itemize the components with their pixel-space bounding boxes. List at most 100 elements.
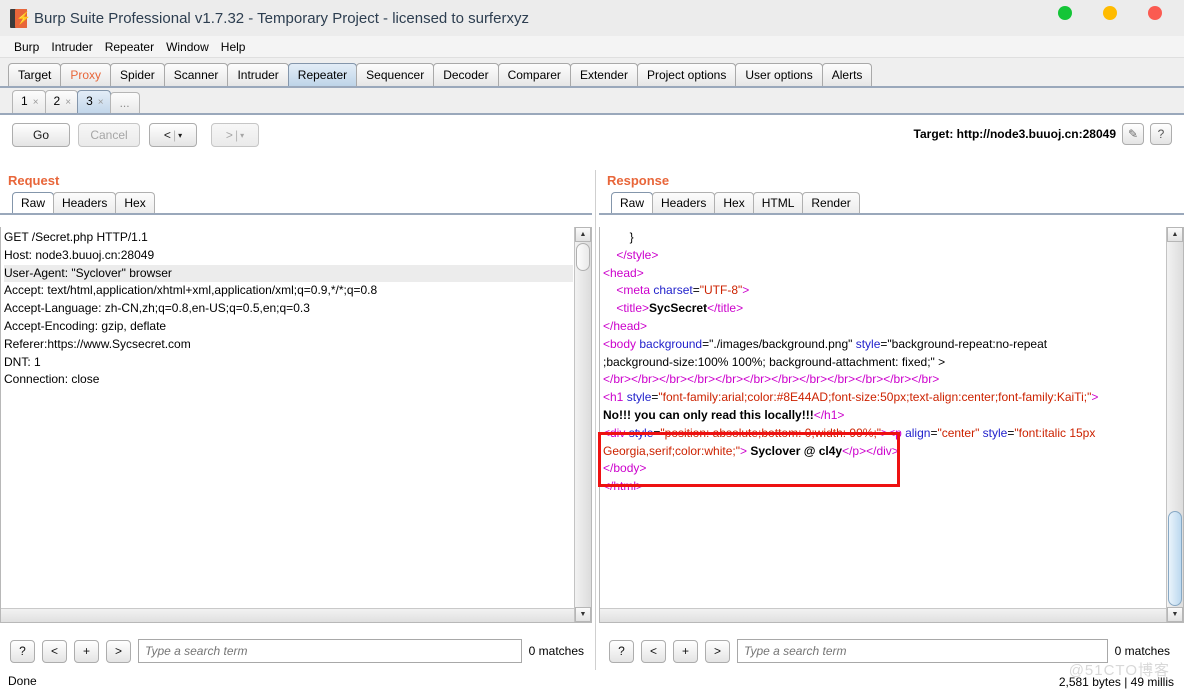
scroll-up-arrow-icon[interactable]: ▲ xyxy=(575,227,591,242)
response-editor[interactable]: } </style> <head> <meta charset="UTF-8"> … xyxy=(599,227,1184,623)
tab-sequencer[interactable]: Sequencer xyxy=(356,63,435,86)
panel-splitter[interactable] xyxy=(592,170,599,670)
response-line-11: </br></br></br></br></br></br></br></br>… xyxy=(603,372,940,387)
response-vertical-scrollbar[interactable]: ▲ ▼ xyxy=(1166,227,1183,622)
request-tab-headers[interactable]: Headers xyxy=(53,192,117,213)
tab-spider[interactable]: Spider xyxy=(110,63,165,86)
window-titlebar: Burp Suite Professional v1.7.32 - Tempor… xyxy=(0,0,1184,36)
repeater-tab-more[interactable]: ... xyxy=(109,92,140,113)
target-help-button[interactable]: ? xyxy=(1150,123,1172,145)
menu-item-help[interactable]: Help xyxy=(215,38,252,56)
next-arrow-icon: > xyxy=(225,128,233,142)
cancel-button[interactable]: Cancel xyxy=(78,123,140,147)
request-match-count: 0 matches xyxy=(528,644,584,658)
response-tab-raw[interactable]: Raw xyxy=(611,192,654,213)
tab-alerts[interactable]: Alerts xyxy=(821,63,873,86)
response-line-12: <h1 style="font-family:arial;color:#8E44… xyxy=(603,390,1099,405)
response-raw-text[interactable]: } </style> <head> <meta charset="UTF-8"> … xyxy=(600,227,1165,608)
pencil-icon: ✎ xyxy=(1127,127,1139,141)
response-search-add-button[interactable]: + xyxy=(673,639,698,663)
request-search-help-button[interactable]: ? xyxy=(10,639,35,663)
tab-project-options[interactable]: Project options xyxy=(636,63,737,86)
response-tab-render[interactable]: Render xyxy=(802,192,860,213)
response-line-8: <body background="./images/background.pn… xyxy=(603,336,1048,351)
request-search-next-button[interactable]: > xyxy=(106,639,131,663)
request-line-0: GET /Secret.php HTTP/1.1 xyxy=(4,230,148,244)
request-search-input[interactable] xyxy=(138,639,522,663)
status-message: Done xyxy=(8,674,37,688)
response-line-13: No!!! you can only read this locally!!!<… xyxy=(603,407,845,422)
request-line-1: Host: node3.buuoj.cn:28049 xyxy=(4,247,155,262)
request-tab-raw[interactable]: Raw xyxy=(12,192,55,213)
response-line-16: </body> xyxy=(603,461,647,476)
request-horizontal-scrollbar[interactable] xyxy=(1,608,574,622)
tab-proxy[interactable]: Proxy xyxy=(60,63,112,86)
response-scroll-thumb[interactable] xyxy=(1168,511,1182,606)
response-line-0: } xyxy=(603,230,634,244)
response-search-next-button[interactable]: > xyxy=(705,639,730,663)
response-line-5: <meta charset="UTF-8"> xyxy=(616,283,750,298)
tab-target[interactable]: Target xyxy=(8,63,62,86)
previous-request-button[interactable]: < | ▾ xyxy=(149,123,197,147)
response-panel: Response Raw Headers Hex HTML Render } <… xyxy=(599,170,1184,670)
response-line-15: Georgia,serif;color:white;"> Syclover @ … xyxy=(603,443,899,458)
tab-comparer[interactable]: Comparer xyxy=(497,63,571,86)
minimize-button[interactable] xyxy=(1058,6,1072,20)
repeater-tab-1-label: 1 xyxy=(21,94,28,108)
repeater-tab-2-close-icon[interactable]: × xyxy=(65,97,71,108)
tab-user-options[interactable]: User options xyxy=(735,63,823,86)
window-controls xyxy=(1058,6,1072,20)
menu-item-repeater[interactable]: Repeater xyxy=(99,38,160,56)
response-tab-hex[interactable]: Hex xyxy=(714,192,754,213)
target-label: Target: http://node3.buuoj.cn:28049 xyxy=(913,127,1116,141)
response-horizontal-scrollbar[interactable] xyxy=(600,608,1166,622)
tab-repeater[interactable]: Repeater xyxy=(287,63,358,86)
response-search-help-button[interactable]: ? xyxy=(609,639,634,663)
response-subtabs: Raw Headers Hex HTML Render xyxy=(599,188,1184,215)
go-button[interactable]: Go xyxy=(12,123,70,147)
request-raw-text[interactable]: GET /Secret.php HTTP/1.1 Host: node3.buuo… xyxy=(1,227,573,608)
response-tab-html[interactable]: HTML xyxy=(752,192,804,213)
question-mark-icon: ? xyxy=(1157,127,1165,141)
tab-scanner[interactable]: Scanner xyxy=(163,63,229,86)
response-match-count: 0 matches xyxy=(1114,644,1170,658)
tab-extender[interactable]: Extender xyxy=(569,63,638,86)
response-scroll-up-arrow-icon[interactable]: ▲ xyxy=(1167,227,1183,242)
request-vertical-scrollbar[interactable]: ▲ ▼ xyxy=(574,227,591,622)
statusbar: Done 2,581 bytes | 49 millis xyxy=(0,670,1184,696)
request-editor[interactable]: GET /Secret.php HTTP/1.1 Host: node3.buuo… xyxy=(0,227,592,623)
edit-target-button[interactable]: ✎ xyxy=(1122,123,1144,145)
response-line-4: <head> xyxy=(603,265,644,280)
menu-item-intruder[interactable]: Intruder xyxy=(45,38,98,56)
response-scroll-down-arrow-icon[interactable]: ▼ xyxy=(1167,607,1183,622)
request-search-prev-button[interactable]: < xyxy=(42,639,67,663)
repeater-tab-2[interactable]: 2 × xyxy=(44,90,79,113)
chevron-down-icon: ▾ xyxy=(178,130,183,140)
menu-item-burp[interactable]: Burp xyxy=(8,38,45,56)
repeater-tab-strip: 1 × 2 × 3 × ... xyxy=(0,88,1184,115)
response-search-input[interactable] xyxy=(737,639,1108,663)
response-metrics: 2,581 bytes | 49 millis xyxy=(1058,675,1174,689)
close-button[interactable] xyxy=(1148,6,1162,20)
chevron-down-icon-2: ▾ xyxy=(240,130,245,140)
repeater-tab-1-close-icon[interactable]: × xyxy=(33,97,39,108)
request-scroll-thumb[interactable] xyxy=(576,243,590,271)
maximize-button[interactable] xyxy=(1103,6,1117,20)
repeater-action-bar: Go Cancel < | ▾ > | ▾ Target: http://nod… xyxy=(0,115,1184,160)
repeater-tab-3-close-icon[interactable]: × xyxy=(98,97,104,108)
response-search-prev-button[interactable]: < xyxy=(641,639,666,663)
target-area: Target: http://node3.buuoj.cn:28049 ✎ ? xyxy=(914,123,1172,145)
response-panel-title: Response xyxy=(607,173,670,188)
tab-decoder[interactable]: Decoder xyxy=(433,63,499,86)
request-tab-hex[interactable]: Hex xyxy=(115,192,155,213)
repeater-tab-1[interactable]: 1 × xyxy=(12,90,46,113)
tab-intruder[interactable]: Intruder xyxy=(227,63,289,86)
request-line-4: Accept-Language: zh-CN,zh;q=0.8,en-US;q=… xyxy=(4,301,310,316)
repeater-tab-3[interactable]: 3 × xyxy=(77,90,111,113)
request-search-add-button[interactable]: + xyxy=(74,639,99,663)
scroll-down-arrow-icon[interactable]: ▼ xyxy=(575,607,591,622)
menu-item-window[interactable]: Window xyxy=(160,38,215,56)
main-tab-strip: Target Proxy Spider Scanner Intruder Rep… xyxy=(0,58,1184,88)
response-tab-headers[interactable]: Headers xyxy=(652,192,716,213)
next-request-button[interactable]: > | ▾ xyxy=(211,123,259,147)
